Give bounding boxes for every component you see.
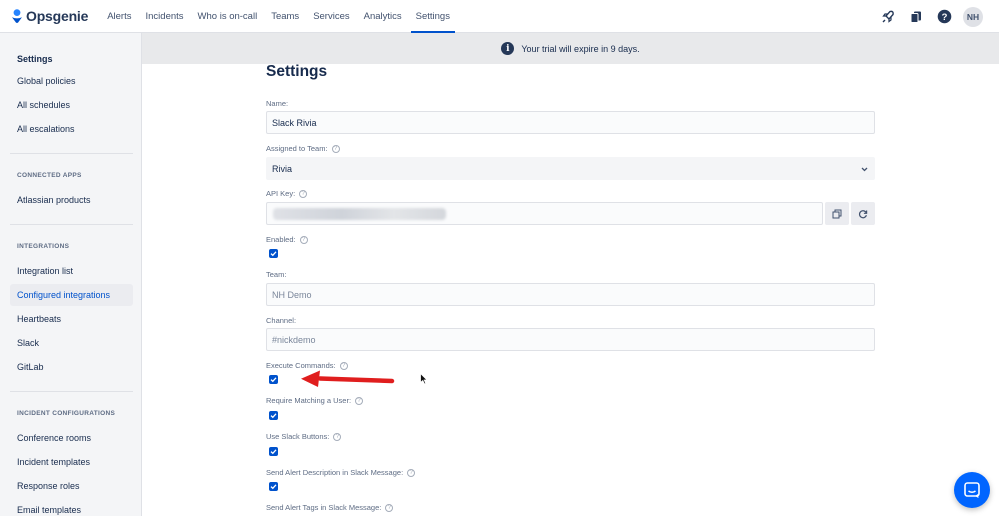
rocket-icon[interactable] [879, 8, 897, 26]
sidebar-item-heartbeats[interactable]: Heartbeats [10, 308, 133, 330]
checkmark-icon [270, 377, 277, 383]
sidebar-item-integration-list[interactable]: Integration list [10, 260, 133, 282]
api-key-input[interactable] [266, 202, 823, 225]
sidebar-item-configured-integrations[interactable]: Configured integrations [10, 284, 133, 306]
sidebar-item-incident-templates[interactable]: Incident templates [10, 451, 133, 473]
apps-icon[interactable] [907, 8, 925, 26]
chat-icon [964, 482, 980, 498]
sidebar-item-response-roles[interactable]: Response roles [10, 475, 133, 497]
opsgenie-logo-icon [12, 9, 22, 23]
sidebar-divider [10, 153, 133, 154]
mouse-cursor-icon [420, 373, 428, 385]
name-input[interactable]: Slack Rivia [266, 111, 875, 134]
chat-launcher-button[interactable] [954, 472, 990, 508]
help-icon[interactable]: ? [407, 468, 416, 477]
channel-label: Channel: [266, 316, 297, 325]
sidebar-divider [10, 224, 133, 225]
team-label: Team: [266, 270, 287, 279]
help-icon[interactable]: ? [299, 189, 308, 198]
send-alert-description-label: Send Alert Description in Slack Message:… [266, 468, 416, 477]
page-title: Settings [266, 63, 328, 80]
send-alert-description-checkbox[interactable] [269, 482, 278, 491]
brand-name: Opsgenie [26, 8, 89, 24]
sidebar-item-global-policies[interactable]: Global policies [10, 70, 133, 92]
sidebar-item-all-escalations[interactable]: All escalations [10, 118, 133, 140]
sidebar-item-email-templates[interactable]: Email templates [10, 499, 133, 516]
api-key-label: API Key:? [266, 189, 308, 198]
sidebar-divider [10, 391, 133, 392]
name-label: Name: [266, 99, 289, 108]
use-slack-buttons-label: Use Slack Buttons:? [266, 432, 342, 441]
checkmark-icon [270, 413, 277, 419]
sidebar-item-gitlab[interactable]: GitLab [10, 356, 133, 378]
sidebar-heading-connected-apps: CONNECTED APPS [17, 172, 82, 179]
nav-teams[interactable]: Teams [264, 0, 306, 33]
nav-analytics[interactable]: Analytics [357, 0, 409, 33]
annotation-arrow-icon [301, 370, 395, 387]
nav-services[interactable]: Services [306, 0, 356, 33]
trial-banner: i Your trial will expire in 9 days. [142, 33, 999, 64]
help-icon[interactable]: ? [333, 432, 342, 441]
help-icon[interactable]: ? [355, 396, 364, 405]
use-slack-buttons-checkbox[interactable] [269, 447, 278, 456]
api-key-redacted [273, 208, 446, 220]
nav-right-actions: ? NH [879, 0, 983, 33]
copy-icon [832, 209, 842, 218]
nav-settings[interactable]: Settings [409, 0, 457, 33]
opsgenie-logo[interactable]: Opsgenie [11, 8, 88, 24]
execute-commands-checkbox[interactable] [269, 375, 278, 384]
nav-who-is-on-call[interactable]: Who is on-call [191, 0, 265, 33]
settings-sidebar: Settings Global policies All schedules A… [0, 33, 142, 516]
assigned-to-team-label: Assigned to Team:? [266, 144, 340, 153]
regenerate-api-key-button[interactable] [851, 202, 875, 225]
require-matching-user-checkbox[interactable] [269, 411, 278, 420]
checkmark-icon [270, 251, 277, 257]
enabled-label: Enabled:? [266, 235, 308, 244]
sidebar-item-all-schedules[interactable]: All schedules [10, 94, 133, 116]
send-alert-tags-label: Send Alert Tags in Slack Message:? [266, 503, 394, 512]
help-icon[interactable]: ? [935, 8, 953, 26]
assigned-team-select[interactable]: Rivia [266, 157, 875, 180]
team-input[interactable]: NH Demo [266, 283, 875, 306]
refresh-icon [858, 209, 868, 218]
trial-banner-text: Your trial will expire in 9 days. [521, 43, 640, 54]
chevron-down-icon [861, 167, 868, 172]
require-matching-user-label: Require Matching a User:? [266, 396, 364, 405]
checkmark-icon [270, 484, 277, 490]
copy-api-key-button[interactable] [825, 202, 849, 225]
enabled-checkbox[interactable] [269, 249, 278, 258]
sidebar-heading-integrations: INTEGRATIONS [17, 243, 70, 250]
sidebar-item-atlassian-products[interactable]: Atlassian products [10, 189, 133, 211]
sidebar-heading-incident-configurations: INCIDENT CONFIGURATIONS [17, 410, 116, 417]
help-icon[interactable]: ? [385, 503, 394, 512]
svg-text:?: ? [941, 12, 947, 23]
checkmark-icon [270, 449, 277, 455]
sidebar-item-conference-rooms[interactable]: Conference rooms [10, 427, 133, 449]
top-navigation: Opsgenie Alerts Incidents Who is on-call… [0, 0, 999, 33]
help-icon[interactable]: ? [331, 144, 340, 153]
nav-alerts[interactable]: Alerts [100, 0, 138, 33]
channel-input[interactable]: #nickdemo [266, 328, 875, 351]
nav-incidents[interactable]: Incidents [139, 0, 191, 33]
sidebar-item-settings[interactable]: Settings [10, 48, 133, 70]
user-avatar[interactable]: NH [963, 6, 983, 27]
sidebar-item-slack[interactable]: Slack [10, 332, 133, 354]
help-icon[interactable]: ? [299, 235, 308, 244]
info-icon: i [501, 42, 515, 55]
assigned-team-value: Rivia [272, 163, 293, 174]
